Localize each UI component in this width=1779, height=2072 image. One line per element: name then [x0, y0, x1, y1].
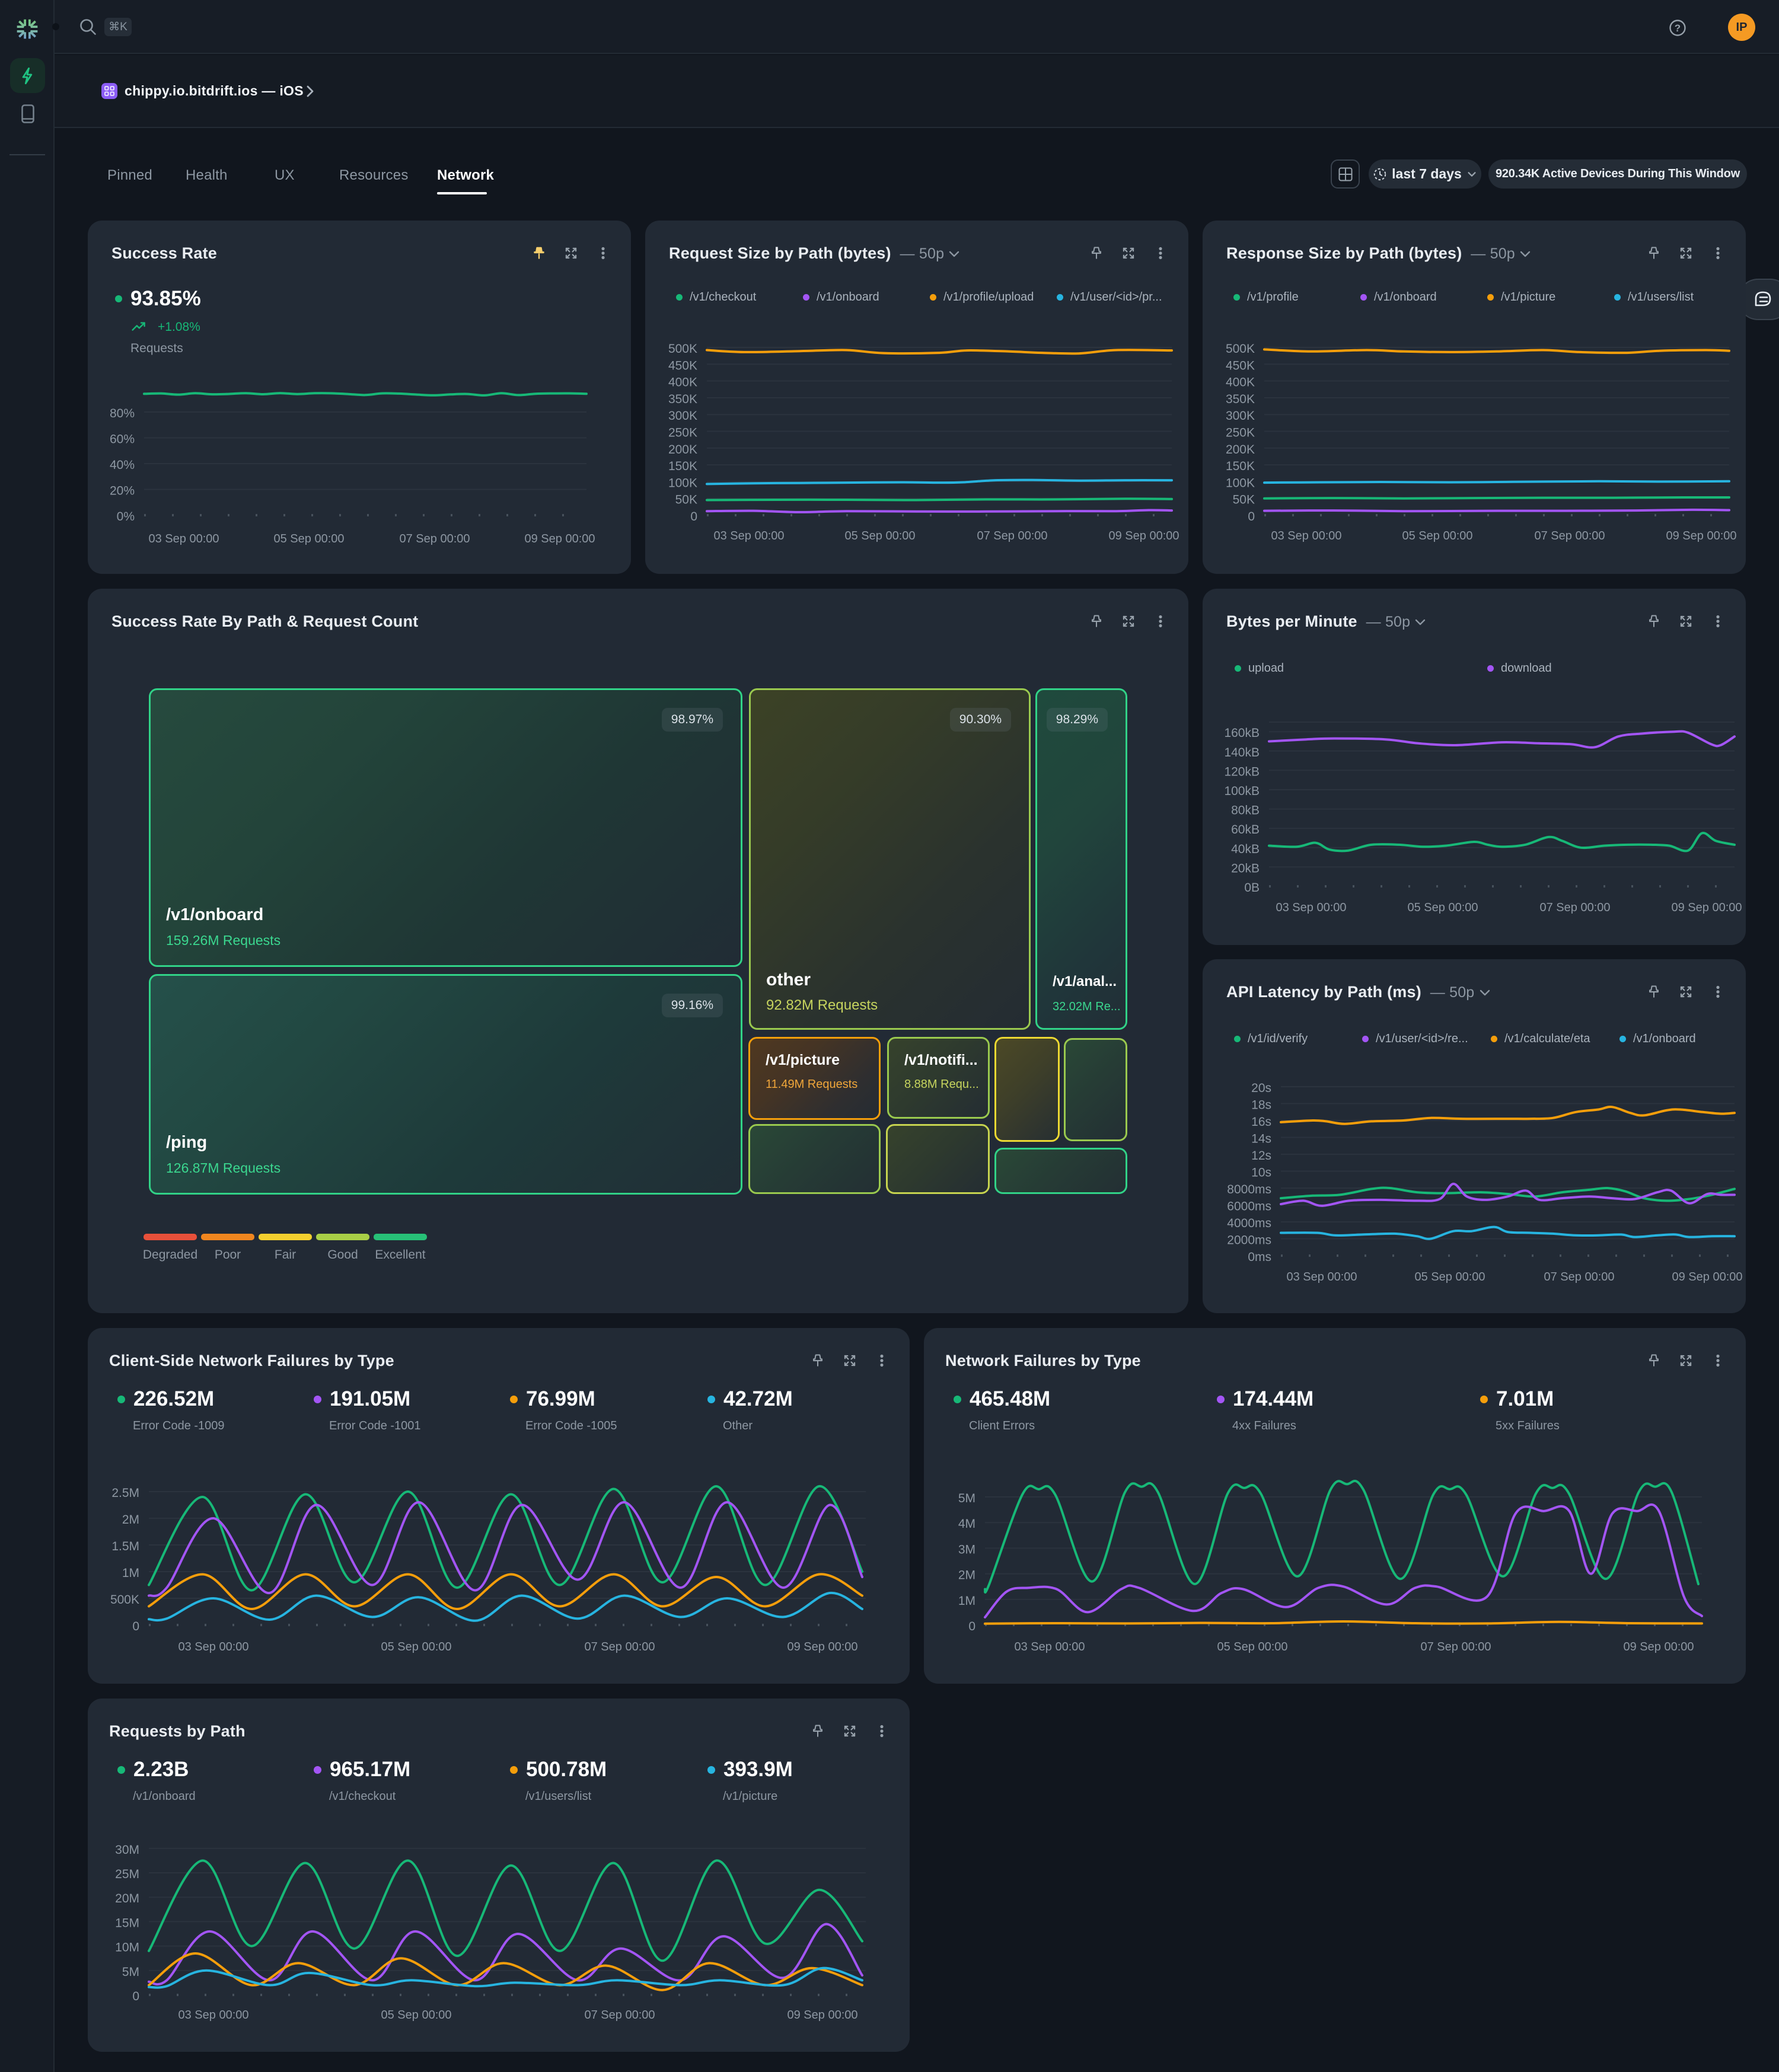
svg-text:07 Sep 00:00: 07 Sep 00:00 [1421, 1640, 1491, 1653]
svg-text:400K: 400K [1226, 376, 1255, 390]
svg-text:1M: 1M [122, 1566, 139, 1580]
svg-text:05 Sep 00:00: 05 Sep 00:00 [1415, 1270, 1485, 1284]
svg-text:80%: 80% [110, 407, 135, 420]
svg-text:25M: 25M [115, 1867, 139, 1881]
svg-text:03 Sep 00:00: 03 Sep 00:00 [178, 2009, 249, 2022]
svg-text:07 Sep 00:00: 07 Sep 00:00 [1544, 1270, 1615, 1284]
svg-text:03 Sep 00:00: 03 Sep 00:00 [149, 532, 219, 545]
svg-text:03 Sep 00:00: 03 Sep 00:00 [1015, 1640, 1085, 1653]
svg-text:60%: 60% [110, 433, 135, 446]
svg-text:05 Sep 00:00: 05 Sep 00:00 [1217, 1640, 1288, 1653]
svg-text:100K: 100K [668, 476, 697, 490]
svg-text:3M: 3M [958, 1543, 975, 1556]
svg-text:05 Sep 00:00: 05 Sep 00:00 [1408, 901, 1478, 914]
svg-text:0: 0 [968, 1620, 975, 1633]
svg-text:150K: 150K [668, 459, 697, 473]
svg-text:140kB: 140kB [1224, 746, 1260, 759]
svg-text:0%: 0% [117, 510, 135, 523]
svg-text:10M: 10M [115, 1941, 139, 1955]
svg-text:300K: 300K [668, 409, 697, 423]
svg-text:2M: 2M [122, 1513, 139, 1527]
svg-text:30M: 30M [115, 1843, 139, 1857]
svg-text:350K: 350K [1226, 392, 1255, 406]
svg-text:4M: 4M [958, 1517, 975, 1531]
svg-text:07 Sep 00:00: 07 Sep 00:00 [585, 1640, 655, 1653]
svg-text:4000ms: 4000ms [1227, 1217, 1271, 1230]
svg-text:05 Sep 00:00: 05 Sep 00:00 [845, 529, 916, 542]
svg-text:07 Sep 00:00: 07 Sep 00:00 [1535, 529, 1605, 542]
svg-text:1M: 1M [958, 1594, 975, 1608]
svg-text:500K: 500K [1226, 342, 1255, 356]
svg-text:40kB: 40kB [1231, 842, 1260, 856]
svg-text:09 Sep 00:00: 09 Sep 00:00 [1624, 1640, 1694, 1653]
svg-text:0ms: 0ms [1248, 1250, 1271, 1264]
svg-text:07 Sep 00:00: 07 Sep 00:00 [977, 529, 1048, 542]
svg-text:15M: 15M [115, 1916, 139, 1930]
svg-text:80kB: 80kB [1231, 804, 1260, 818]
svg-text:07 Sep 00:00: 07 Sep 00:00 [1540, 901, 1611, 914]
svg-text:05 Sep 00:00: 05 Sep 00:00 [381, 2009, 452, 2022]
svg-text:350K: 350K [668, 392, 697, 406]
svg-text:500K: 500K [110, 1593, 139, 1607]
svg-text:20s: 20s [1251, 1081, 1271, 1095]
svg-text:?: ? [1675, 23, 1681, 34]
svg-text:1.5M: 1.5M [111, 1540, 139, 1553]
svg-text:0: 0 [1248, 510, 1255, 523]
svg-text:0: 0 [132, 1990, 139, 2003]
svg-text:05 Sep 00:00: 05 Sep 00:00 [381, 1640, 452, 1653]
svg-text:450K: 450K [668, 359, 697, 372]
svg-text:12s: 12s [1251, 1149, 1271, 1163]
svg-text:16s: 16s [1251, 1115, 1271, 1129]
svg-text:300K: 300K [1226, 409, 1255, 423]
svg-text:450K: 450K [1226, 359, 1255, 372]
svg-text:6000ms: 6000ms [1227, 1200, 1271, 1214]
svg-text:5M: 5M [122, 1965, 139, 1979]
svg-text:200K: 200K [1226, 443, 1255, 456]
svg-text:500K: 500K [668, 342, 697, 356]
svg-text:50K: 50K [1233, 493, 1255, 507]
svg-text:60kB: 60kB [1231, 823, 1260, 837]
svg-text:0B: 0B [1244, 881, 1260, 895]
svg-text:09 Sep 00:00: 09 Sep 00:00 [1109, 529, 1179, 542]
svg-text:0: 0 [132, 1620, 139, 1633]
svg-text:0: 0 [690, 510, 697, 523]
svg-text:2000ms: 2000ms [1227, 1234, 1271, 1247]
svg-text:50K: 50K [675, 493, 697, 507]
svg-text:400K: 400K [668, 376, 697, 390]
svg-text:03 Sep 00:00: 03 Sep 00:00 [1271, 529, 1342, 542]
svg-text:250K: 250K [1226, 426, 1255, 440]
svg-text:03 Sep 00:00: 03 Sep 00:00 [1276, 901, 1347, 914]
svg-text:09 Sep 00:00: 09 Sep 00:00 [788, 1640, 858, 1653]
svg-text:5M: 5M [958, 1492, 975, 1505]
svg-text:2M: 2M [958, 1569, 975, 1582]
svg-text:09 Sep 00:00: 09 Sep 00:00 [788, 2009, 858, 2022]
svg-text:250K: 250K [668, 426, 697, 440]
svg-text:10s: 10s [1251, 1166, 1271, 1180]
svg-text:03 Sep 00:00: 03 Sep 00:00 [1287, 1270, 1357, 1284]
svg-text:40%: 40% [110, 458, 135, 472]
svg-text:20kB: 20kB [1231, 861, 1260, 875]
svg-text:160kB: 160kB [1224, 726, 1260, 740]
svg-text:07 Sep 00:00: 07 Sep 00:00 [400, 532, 470, 545]
svg-text:14s: 14s [1251, 1132, 1271, 1146]
svg-text:03 Sep 00:00: 03 Sep 00:00 [178, 1640, 249, 1653]
svg-text:150K: 150K [1226, 459, 1255, 473]
svg-text:8000ms: 8000ms [1227, 1183, 1271, 1196]
svg-text:20%: 20% [110, 484, 135, 498]
svg-text:09 Sep 00:00: 09 Sep 00:00 [1672, 1270, 1743, 1284]
svg-text:09 Sep 00:00: 09 Sep 00:00 [1666, 529, 1737, 542]
svg-text:100K: 100K [1226, 476, 1255, 490]
svg-text:07 Sep 00:00: 07 Sep 00:00 [585, 2009, 655, 2022]
svg-text:2.5M: 2.5M [111, 1486, 139, 1500]
svg-text:200K: 200K [668, 443, 697, 456]
svg-text:120kB: 120kB [1224, 765, 1260, 778]
svg-text:100kB: 100kB [1224, 784, 1260, 798]
svg-text:09 Sep 00:00: 09 Sep 00:00 [1672, 901, 1742, 914]
svg-text:03 Sep 00:00: 03 Sep 00:00 [714, 529, 785, 542]
svg-text:20M: 20M [115, 1892, 139, 1905]
svg-text:05 Sep 00:00: 05 Sep 00:00 [1402, 529, 1473, 542]
svg-text:05 Sep 00:00: 05 Sep 00:00 [274, 532, 345, 545]
svg-text:09 Sep 00:00: 09 Sep 00:00 [525, 532, 595, 545]
svg-text:18s: 18s [1251, 1099, 1271, 1112]
